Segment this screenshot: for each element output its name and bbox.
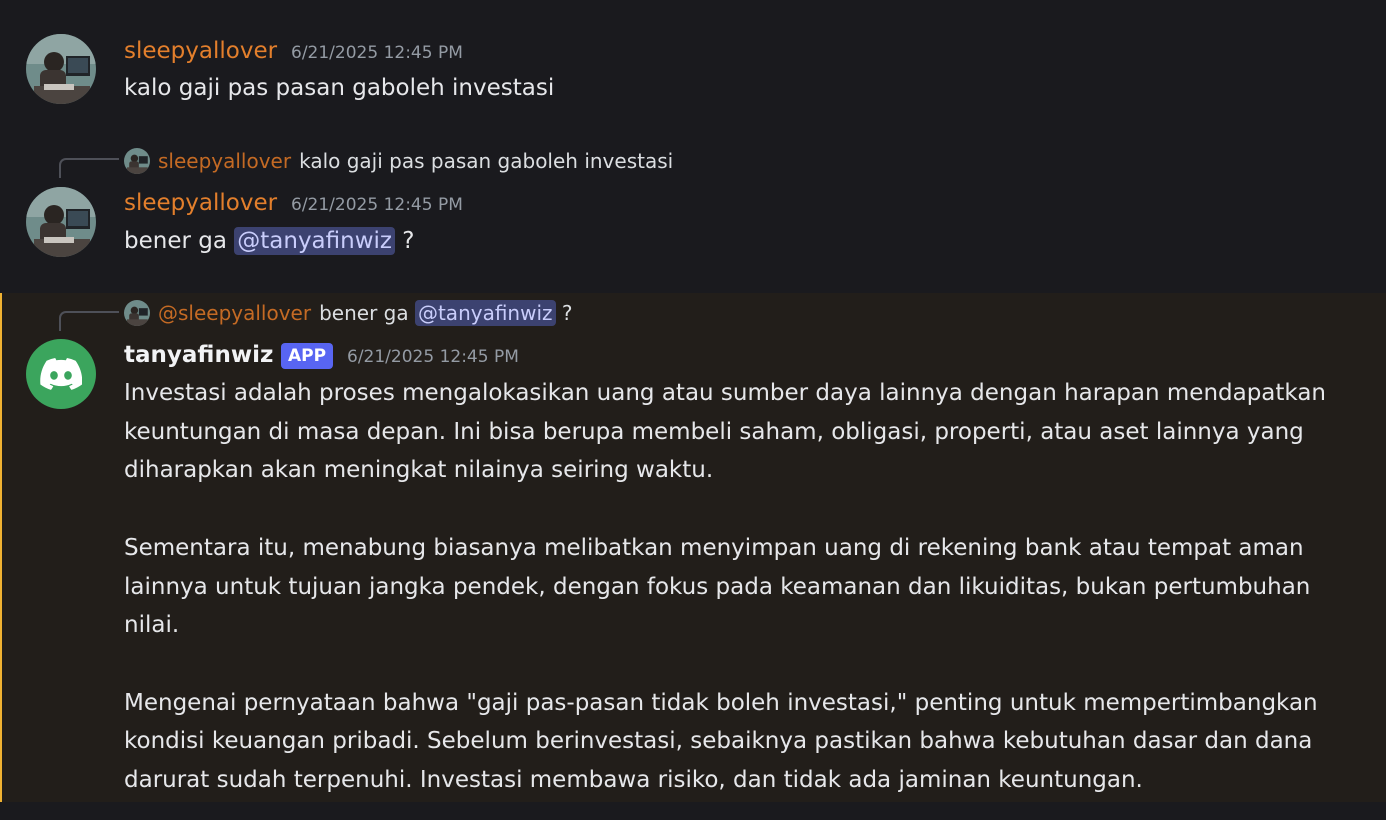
- username[interactable]: tanyafinwiz: [124, 340, 273, 370]
- reply-text-part: bener ga: [319, 301, 415, 325]
- message-text-part: ?: [394, 228, 415, 254]
- reply-text: kalo gaji pas pasan gaboleh investasi: [299, 149, 674, 173]
- user-mention[interactable]: @tanyafinwiz: [414, 300, 556, 326]
- message-line: nilai.: [124, 612, 180, 639]
- message-line: Investasi adalah proses mengalokasikan u…: [124, 380, 1327, 406]
- reply-connector: [59, 311, 119, 331]
- chat-log: sleepyallover 6/21/2025 12:45 PM kalo ga…: [0, 0, 1386, 820]
- message-line: diharapkan akan meningkat nilainya seiri…: [124, 457, 714, 484]
- user-mention[interactable]: @tanyafinwiz: [234, 227, 395, 255]
- app-badge: APP: [281, 343, 334, 369]
- discord-logo-icon: [40, 358, 82, 390]
- paragraph-break: [124, 645, 1326, 684]
- username[interactable]: sleepyallover: [124, 36, 277, 66]
- message-line: Sementara itu, menabung biasanya melibat…: [124, 534, 1304, 561]
- message-line: darurat sudah terpenuhi. Investasi memba…: [124, 767, 1143, 793]
- reply-text: bener ga @tanyafinwiz ?: [319, 298, 573, 328]
- timestamp[interactable]: 6/21/2025 12:45 PM: [291, 190, 463, 220]
- timestamp[interactable]: 6/21/2025 12:45 PM: [347, 342, 519, 372]
- paragraph-break: [124, 490, 1326, 529]
- user-avatar-icon: [26, 34, 96, 104]
- username[interactable]: sleepyallover: [124, 188, 277, 218]
- message-line: Mengenai pernyataan bahwa "gaji pas-pasa…: [124, 689, 1318, 716]
- reply-avatar: [124, 300, 150, 326]
- message-line: keuntungan di masa depan. Ini bisa berup…: [124, 418, 1304, 445]
- avatar[interactable]: [26, 34, 96, 104]
- reply-preview[interactable]: sleepyallover kalo gaji pas pasan gabole…: [124, 146, 673, 176]
- message-text: kalo gaji pas pasan gaboleh investasi: [124, 75, 555, 101]
- reply-username[interactable]: sleepyallover: [158, 146, 291, 176]
- reply-connector: [59, 158, 119, 178]
- message-line: lainnya untuk tujuan jangka pendek, deng…: [124, 573, 1311, 600]
- user-avatar-icon: [26, 187, 96, 257]
- message-line: kondisi keuangan pribadi. Sebelum berinv…: [124, 728, 1313, 755]
- user-avatar-icon: [124, 300, 150, 326]
- avatar[interactable]: [26, 187, 96, 257]
- timestamp[interactable]: 6/21/2025 12:45 PM: [291, 38, 463, 68]
- reply-avatar: [124, 148, 150, 174]
- message-text: bener ga @tanyafinwiz ?: [124, 222, 415, 261]
- reply-preview[interactable]: @sleepyallover bener ga @tanyafinwiz ?: [124, 298, 573, 328]
- reply-text-part: ?: [555, 301, 573, 325]
- message-text-part: bener ga: [124, 228, 235, 254]
- bot-avatar[interactable]: [26, 339, 96, 409]
- reply-username[interactable]: @sleepyallover: [158, 298, 311, 328]
- user-avatar-icon: [124, 148, 150, 174]
- message-body: Investasi adalah proses mengalokasikan u…: [124, 374, 1326, 800]
